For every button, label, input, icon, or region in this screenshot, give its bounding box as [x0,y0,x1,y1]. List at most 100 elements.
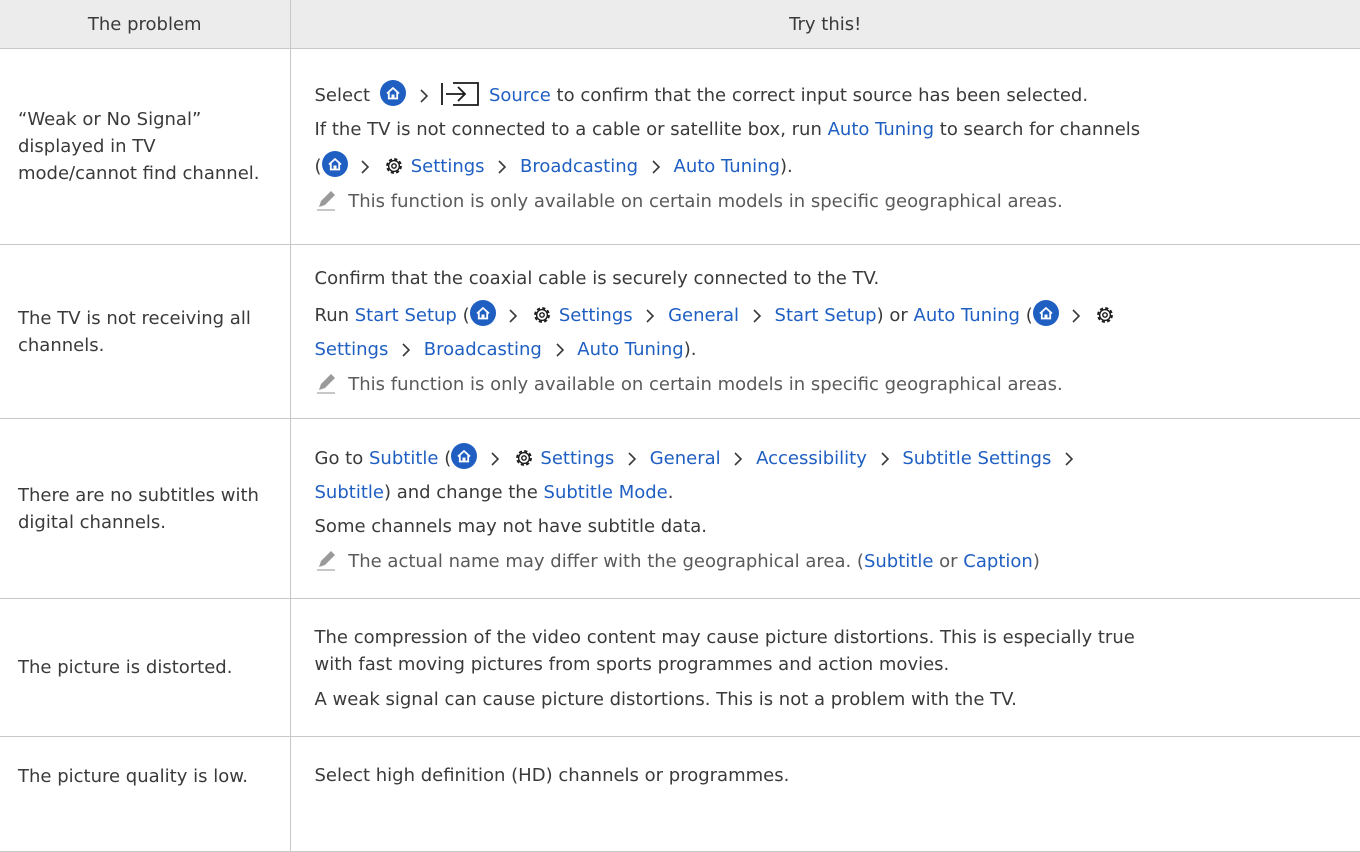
text: to search for channels [939,118,1141,140]
chevron-right-icon [880,451,890,467]
solution-line: Go to Subtitle ( Settings General Access… [315,443,1347,471]
caption-link[interactable]: Caption [963,551,1033,572]
chevron-right-icon [360,159,370,175]
text: ) and change the [383,482,538,503]
text: ). [779,155,793,177]
troubleshooting-table: The problem Try this! “Weak or No Signal… [0,0,1360,852]
broadcasting-link[interactable]: Broadcasting [424,339,542,360]
text: to confirm that the correct input source… [556,84,1089,106]
table-row: The picture is distorted. The compressio… [0,598,1360,737]
settings-link[interactable]: Settings [540,448,614,469]
solution-line: The compression of the video content may… [314,626,1135,648]
table-row: The TV is not receiving all channels. Co… [0,244,1360,419]
home-icon [379,79,406,106]
solution-line: Confirm that the coaxial cable is secure… [314,268,880,289]
solution-line: ( Settings Broadcasting Auto Tuning). [314,150,1347,179]
chevron-right-icon [1064,451,1074,467]
note-text: This function is only available on certa… [348,190,1063,212]
chevron-right-icon [627,451,637,467]
home-icon [469,300,496,326]
settings-link[interactable]: Settings [411,156,485,177]
problem-cell: There are no subtitles with digital chan… [0,418,291,599]
note-line: The actual name may differ with the geog… [315,548,1347,574]
settings-link[interactable]: Settings [315,339,389,360]
subtitle-link[interactable]: Subtitle [315,482,384,503]
chevron-right-icon [733,451,743,467]
home-icon [451,443,478,469]
text: ). [683,339,697,360]
chevron-right-icon [645,308,655,324]
solution-cell: Go to Subtitle ( Settings General Access… [290,418,1360,599]
subtitle-link[interactable]: Subtitle [864,551,933,572]
start-setup-link[interactable]: Start Setup [775,305,877,326]
solution-line: A weak signal can cause picture distorti… [314,688,1017,710]
solution-line: Select Source to confirm that the correc… [314,79,1347,108]
chevron-right-icon [419,88,429,104]
note-line: This function is only available on certa… [315,371,1347,397]
table-row: There are no subtitles with digital chan… [0,418,1360,599]
subtitle-mode-link[interactable]: Subtitle Mode [544,482,668,503]
start-setup-link[interactable]: Start Setup [355,305,457,326]
auto-tuning-link[interactable]: Auto Tuning [828,119,934,140]
settings-link[interactable]: Settings [559,305,633,326]
general-link[interactable]: General [650,448,721,469]
text: Select [314,84,371,106]
text: ) [1032,551,1040,572]
chevron-right-icon [508,308,518,324]
problem-cell: The picture quality is low. [0,736,291,852]
solution-line: Settings Broadcasting Auto Tuning). [315,337,1347,362]
auto-tuning-link[interactable]: Auto Tuning [674,156,780,177]
problem-cell: The picture is distorted. [0,598,291,737]
table-header-row: The problem Try this! [0,0,1360,49]
home-icon [1032,300,1059,326]
text: . [667,482,674,503]
solution-line: Subtitle) and change the Subtitle Mode. [315,480,1347,505]
chevron-right-icon [555,342,565,358]
pencil-note-icon [315,371,339,395]
text: or [939,551,958,572]
problem-cell: The TV is not receiving all channels. [0,244,291,419]
solution-line: If the TV is not connected to a cable or… [315,117,1347,142]
note-text: This function is only available on certa… [348,374,1063,395]
solution-cell: The compression of the video content may… [290,598,1360,737]
text: ) or [876,305,908,326]
source-link[interactable]: Source [489,85,551,106]
text: ( [462,305,470,326]
accessibility-link[interactable]: Accessibility [756,448,867,469]
source-input-icon [441,81,480,106]
text: ( [1025,305,1033,326]
chevron-right-icon [651,159,661,175]
text: If the TV is not connected to a cable or… [314,118,822,140]
text: Run [314,305,350,326]
note-text: The actual name may differ with the geog… [348,551,864,572]
chevron-right-icon [752,308,762,324]
solution-cell: Confirm that the coaxial cable is secure… [290,244,1360,419]
text: Go to [314,448,364,469]
header-try-this: Try this! [290,0,1360,49]
auto-tuning-link[interactable]: Auto Tuning [914,305,1020,326]
header-problem: The problem [0,0,291,49]
solution-line: Some channels may not have subtitle data… [314,516,708,537]
subtitle-link[interactable]: Subtitle [369,448,438,469]
gear-icon [383,155,405,177]
solution-line: Run Start Setup ( Settings General Start… [315,300,1347,328]
solution-line: Select high definition (HD) channels or … [314,765,790,786]
gear-icon [513,447,535,469]
table-row: The picture quality is low. Select high … [0,736,1360,852]
chevron-right-icon [490,451,500,467]
text: ( [444,448,452,469]
gear-icon [531,304,553,326]
solution-line: with fast moving pictures from sports pr… [314,653,950,675]
note-line: This function is only available on certa… [315,188,1347,214]
solution-cell: Select high definition (HD) channels or … [290,736,1360,852]
gear-icon [1094,304,1116,326]
subtitle-settings-link[interactable]: Subtitle Settings [902,448,1051,469]
chevron-right-icon [1071,308,1081,324]
text: ( [314,155,322,177]
home-icon [321,150,348,177]
auto-tuning-link[interactable]: Auto Tuning [577,339,683,360]
problem-cell: “Weak or No Signal” displayed in TV mode… [0,48,291,245]
chevron-right-icon [401,342,411,358]
general-link[interactable]: General [668,305,739,326]
broadcasting-link[interactable]: Broadcasting [520,156,638,177]
